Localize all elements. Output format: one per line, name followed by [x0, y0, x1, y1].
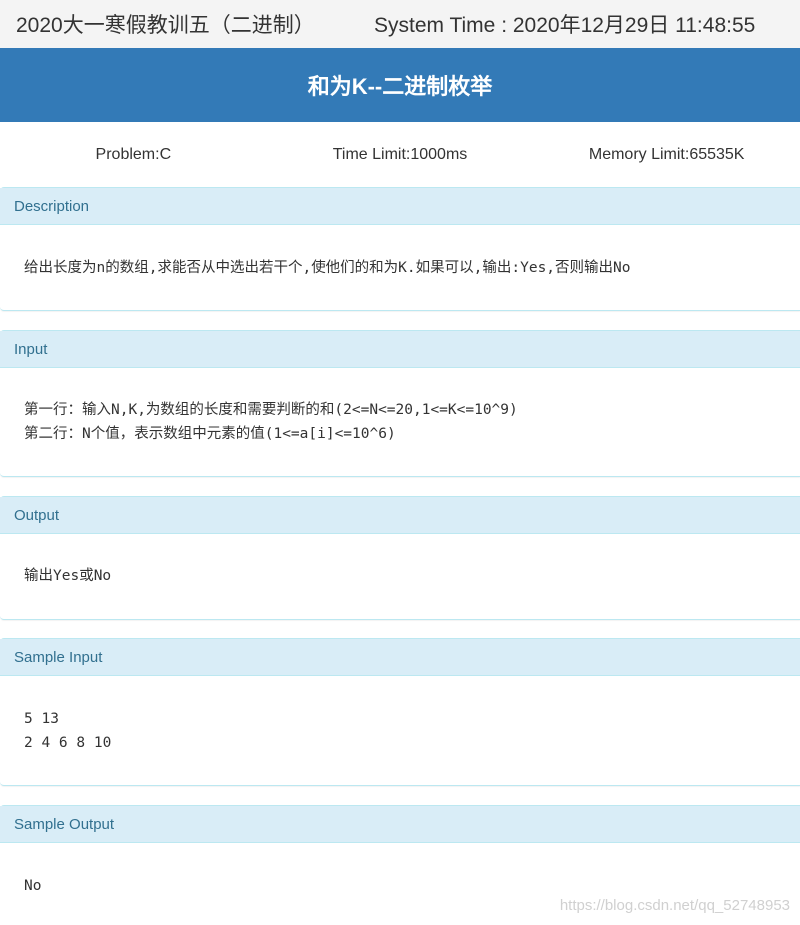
top-bar: 2020大一寒假教训五（二进制） System Time : 2020年12月2…	[0, 0, 800, 48]
sample-input-line: 2 4 6 8 10	[24, 735, 112, 751]
problem-title: 和为K--二进制枚举	[307, 74, 493, 99]
input-panel: Input 第一行：输入N,K,为数组的长度和需要判断的和(2<=N<=20,1…	[0, 330, 800, 477]
description-panel: Description 给出长度为n的数组,求能否从中选出若干个,使他们的和为K…	[0, 187, 800, 311]
output-panel: Output 输出Yes或No	[0, 496, 800, 620]
sample-output-body[interactable]: No	[0, 843, 800, 898]
system-time: System Time : 2020年12月29日 11:48:55	[374, 14, 756, 37]
input-heading: Input	[0, 331, 800, 368]
description-body: 给出长度为n的数组,求能否从中选出若干个,使他们的和为K.如果可以,输出:Yes…	[0, 225, 800, 280]
sample-input-heading: Sample Input	[0, 639, 800, 676]
output-body: 输出Yes或No	[0, 534, 800, 588]
watermark: https://blog.csdn.net/qq_52748953	[559, 897, 790, 914]
input-body: 第一行：输入N,K,为数组的长度和需要判断的和(2<=N<=20,1<=K<=1…	[0, 368, 800, 446]
problem-id: Problem:C	[95, 146, 172, 163]
sample-input-line: 5 13	[24, 711, 59, 727]
sample-input-body[interactable]: 5 13 2 4 6 8 10	[0, 676, 800, 755]
problem-limits: Problem:C Time Limit:1000ms Memory Limit…	[0, 122, 800, 188]
input-line: 第一行：输入N,K,为数组的长度和需要判断的和(2<=N<=20,1<=K<=1…	[24, 402, 518, 418]
sample-input-panel: Sample Input 5 13 2 4 6 8 10	[0, 638, 800, 786]
description-heading: Description	[0, 188, 800, 225]
sample-output-line: No	[24, 878, 42, 894]
problem-title-bar: 和为K--二进制枚举	[0, 48, 800, 122]
contest-name: 2020大一寒假教训五（二进制）	[16, 14, 315, 37]
time-limit: Time Limit:1000ms	[332, 146, 468, 163]
memory-limit: Memory Limit:65535K	[588, 146, 745, 163]
output-line: 输出Yes或No	[24, 568, 112, 584]
output-heading: Output	[0, 497, 800, 534]
description-line: 给出长度为n的数组,求能否从中选出若干个,使他们的和为K.如果可以,输出:Yes…	[24, 260, 631, 276]
sample-output-heading: Sample Output	[0, 806, 800, 843]
input-line: 第二行：N个值，表示数组中元素的值(1<=a[i]<=10^6)	[24, 426, 396, 442]
